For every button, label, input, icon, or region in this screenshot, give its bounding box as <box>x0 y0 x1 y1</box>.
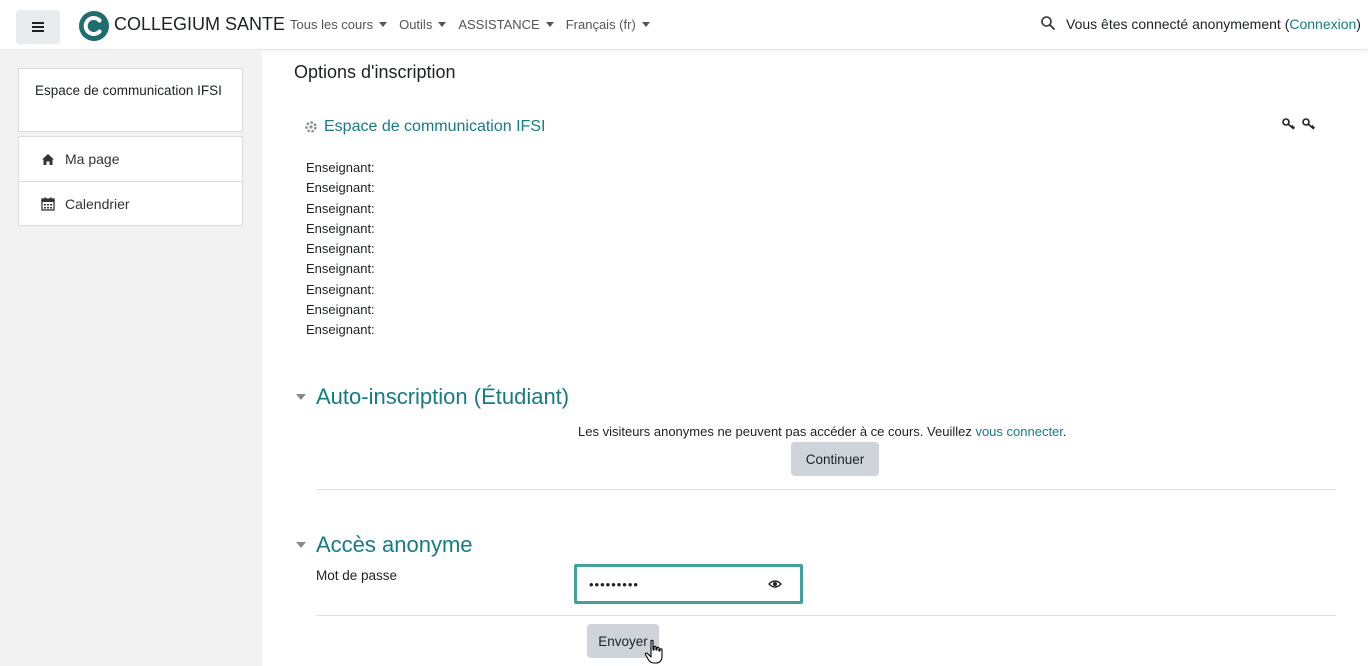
drawer-item-label: Calendrier <box>65 195 130 212</box>
menu-all-courses[interactable]: Tous les cours <box>290 17 388 32</box>
continue-button[interactable]: Continuer <box>791 442 879 476</box>
nav-drawer: Espace de communication IFSI Ma page Cal… <box>0 50 262 666</box>
collapse-triangle-icon <box>296 542 306 548</box>
notice-text: Les visiteurs anonymes ne peuvent pas ac… <box>578 424 976 439</box>
notice-end: . <box>1062 424 1067 439</box>
caret-down-icon <box>379 22 388 27</box>
teacher-item: Enseignant: <box>306 322 375 338</box>
divider <box>316 489 1336 490</box>
course-header: Espace de communication IFSI <box>304 118 545 136</box>
login-prompt-link[interactable]: vous connecter <box>975 424 1062 439</box>
menu-assistance-label: ASSISTANCE <box>458 17 540 32</box>
caret-down-icon <box>438 22 447 27</box>
drawer-toggle-button[interactable] <box>16 10 60 44</box>
logo-icon[interactable] <box>78 10 110 42</box>
login-link[interactable]: Connexion <box>1289 16 1356 32</box>
site-name[interactable]: COLLEGIUM SANTE <box>114 14 285 35</box>
search-icon[interactable] <box>1040 15 1056 31</box>
password-label: Mot de passe <box>316 568 398 583</box>
hamburger-icon <box>32 22 44 32</box>
guest-heading: Accès anonyme <box>316 532 473 557</box>
menu-tools[interactable]: Outils <box>399 17 447 32</box>
password-value: ••••••••• <box>589 576 639 592</box>
hand-cursor-icon <box>644 639 663 664</box>
main-region: Options d'inscription Espace de communic… <box>262 50 1368 666</box>
enrolment-icons <box>1282 118 1316 130</box>
anonymous-notice: Les visiteurs anonymes ne peuvent pas ac… <box>578 424 1067 439</box>
login-info-close: ) <box>1356 16 1361 32</box>
teacher-item: Enseignant: <box>306 180 375 196</box>
course-icon <box>305 121 317 133</box>
drawer-item-calendar[interactable]: Calendrier <box>19 181 242 225</box>
key-icon <box>1302 118 1315 130</box>
menu-language[interactable]: Français (fr) <box>566 17 650 32</box>
calendar-icon <box>41 197 55 211</box>
key-icon <box>1282 118 1295 130</box>
login-info: Vous êtes connecté anonymement (Connexio… <box>1066 16 1361 32</box>
teacher-item: Enseignant: <box>306 241 375 257</box>
teacher-item: Enseignant: <box>306 160 375 175</box>
menu-all-courses-label: Tous les cours <box>290 17 374 32</box>
teacher-list: Enseignant: Enseignant: Enseignant: Ense… <box>306 158 375 341</box>
teacher-item: Enseignant: <box>306 302 375 318</box>
teacher-item: Enseignant: <box>306 200 375 216</box>
home-icon <box>42 153 54 165</box>
drawer-item-label: Ma page <box>65 151 120 167</box>
teacher-item: Enseignant: <box>306 220 375 236</box>
self-enrol-heading: Auto-inscription (Étudiant) <box>316 384 570 409</box>
divider <box>316 615 1336 616</box>
drawer-nav: Ma page Calendrier <box>18 136 243 226</box>
password-input[interactable]: ••••••••• <box>574 564 803 604</box>
collapse-triangle-icon <box>296 394 306 400</box>
drawer-course-title[interactable]: Espace de communication IFSI <box>18 68 243 132</box>
eye-icon[interactable] <box>768 577 782 591</box>
menu-assistance[interactable]: ASSISTANCE <box>458 17 554 32</box>
menu-tools-label: Outils <box>399 17 433 32</box>
page-title: Options d'inscription <box>294 62 456 82</box>
teacher-item: Enseignant: <box>306 281 375 297</box>
navbar: COLLEGIUM SANTE Tous les cours Outils AS… <box>0 0 1368 50</box>
self-enrol-section-toggle[interactable]: Auto-inscription (Étudiant) <box>296 384 569 410</box>
guest-section-toggle[interactable]: Accès anonyme <box>296 532 473 558</box>
caret-down-icon <box>641 22 650 27</box>
caret-down-icon <box>545 22 554 27</box>
menu-language-label: Français (fr) <box>565 17 636 32</box>
course-link[interactable]: Espace de communication IFSI <box>324 118 545 136</box>
drawer-item-my-page[interactable]: Ma page <box>19 137 242 181</box>
primary-menu: Tous les cours Outils ASSISTANCE Françai… <box>290 17 662 32</box>
login-info-text: Vous êtes connecté anonymement ( <box>1066 16 1290 32</box>
teacher-item: Enseignant: <box>306 261 375 277</box>
